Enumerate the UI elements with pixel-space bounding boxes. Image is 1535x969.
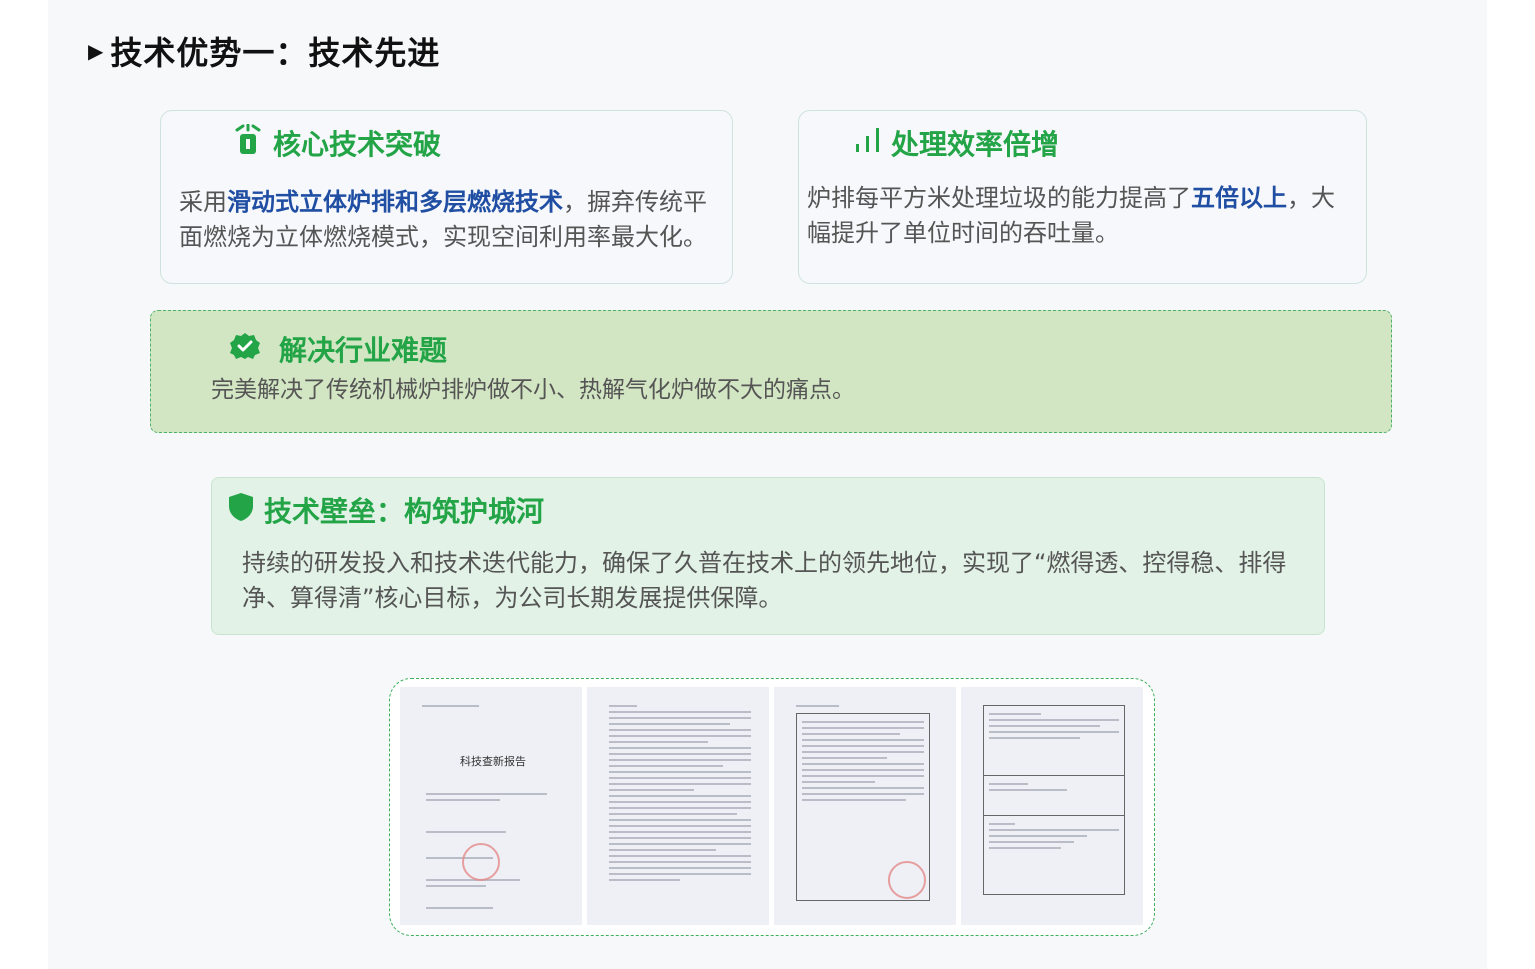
document-page-cover: 科技查新报告 — [400, 687, 582, 925]
body-highlight: 滑动式立体炉排和多层燃烧技术 — [227, 188, 563, 216]
efficiency-title: 处理效率倍增 — [855, 123, 1059, 163]
core-tech-title: 核心技术突破 — [233, 123, 441, 163]
seal-stamp — [888, 861, 926, 899]
efficiency-card: 处理效率倍增 炉排每平方米处理垃圾的能力提高了五倍以上，大幅提升了单位时间的吞吐… — [798, 110, 1367, 284]
efficiency-body: 炉排每平方米处理垃圾的能力提高了五倍以上，大幅提升了单位时间的吞吐量。 — [807, 181, 1357, 251]
tech-icon — [233, 123, 263, 163]
industry-body: 完美解决了传统机械炉排炉做不小、热解气化炉做不大的痛点。 — [211, 377, 855, 403]
triangle-marker-icon: ▶ — [88, 39, 105, 63]
page-title: 技术优势一：技术先进 — [110, 34, 441, 72]
bar-chart-icon — [855, 126, 881, 161]
shield-icon — [228, 492, 254, 529]
tech-barrier-card: 技术壁垒：构筑护城河 持续的研发投入和技术迭代能力，确保了久普在技术上的领先地位… — [211, 477, 1325, 635]
body-text: 炉排每平方米处理垃圾的能力提高了 — [807, 184, 1191, 212]
barrier-body: 持续的研发投入和技术迭代能力，确保了久普在技术上的领先地位，实现了“燃得透、控得… — [242, 549, 1287, 612]
body-text: 采用 — [179, 188, 227, 216]
document-scans: 科技查新报告 — [389, 678, 1155, 936]
card-title-text: 处理效率倍增 — [891, 128, 1060, 161]
core-tech-card: 核心技术突破 采用滑动式立体炉排和多层燃烧技术，摒弃传统平面燃烧为立体燃烧模式，… — [160, 110, 733, 284]
document-page-3 — [774, 687, 956, 925]
body-highlight: 五倍以上 — [1191, 184, 1287, 212]
industry-title: 解决行业难题 — [229, 329, 447, 369]
check-badge-icon — [229, 332, 261, 367]
core-tech-body: 采用滑动式立体炉排和多层燃烧技术，摒弃传统平面燃烧为立体燃烧模式，实现空间利用率… — [179, 185, 724, 255]
page-heading: ▶ 技术优势一：技术先进 — [88, 28, 440, 74]
document-page-4 — [961, 687, 1143, 925]
barrier-title: 技术壁垒：构筑护城河 — [228, 490, 544, 530]
industry-problem-card: 解决行业难题 完美解决了传统机械炉排炉做不小、热解气化炉做不大的痛点。 — [150, 310, 1392, 433]
report-title: 科技查新报告 — [460, 755, 526, 768]
seal-stamp — [462, 843, 500, 881]
card-title-text: 核心技术突破 — [273, 128, 442, 161]
card-title-text: 技术壁垒：构筑护城河 — [264, 495, 545, 528]
card-title-text: 解决行业难题 — [279, 334, 448, 367]
document-page-2 — [587, 687, 769, 925]
